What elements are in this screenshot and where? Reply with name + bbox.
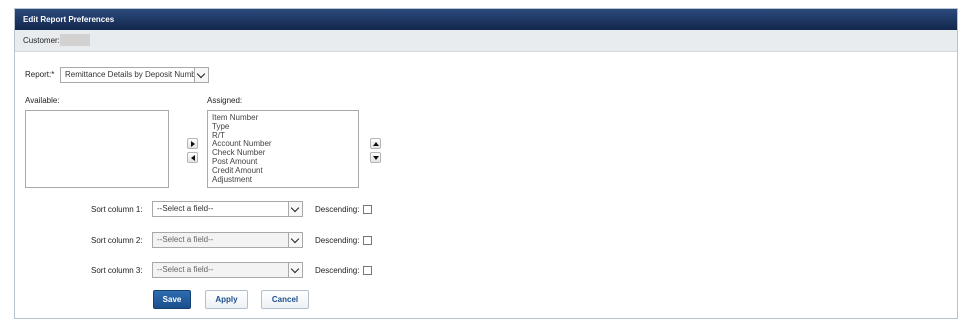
apply-button[interactable]: Apply bbox=[205, 290, 248, 309]
descending-3-label: Descending: bbox=[315, 266, 360, 275]
move-right-button[interactable] bbox=[187, 138, 198, 149]
customer-name-redacted bbox=[60, 34, 90, 46]
sort-column-3-label: Sort column 3: bbox=[91, 266, 143, 275]
arrow-up-icon bbox=[373, 142, 379, 146]
descending-1-checkbox[interactable] bbox=[363, 205, 372, 214]
customer-label: Customer: bbox=[23, 36, 60, 45]
cancel-button[interactable]: Cancel bbox=[261, 290, 309, 309]
list-item-item-number[interactable]: Item Number bbox=[208, 113, 358, 123]
sort-column-2-select[interactable]: --Select a field-- bbox=[152, 232, 303, 248]
sort-column-2-value: --Select a field-- bbox=[157, 235, 214, 244]
sort-column-2-label: Sort column 2: bbox=[91, 236, 143, 245]
available-label: Available: bbox=[25, 96, 60, 105]
chevron-down-icon[interactable] bbox=[288, 202, 302, 216]
move-left-button[interactable] bbox=[187, 152, 198, 163]
descending-3-checkbox[interactable] bbox=[363, 266, 372, 275]
descending-2-label: Descending: bbox=[315, 236, 360, 245]
descending-1-label: Descending: bbox=[315, 205, 360, 214]
move-down-button[interactable] bbox=[370, 152, 381, 163]
available-fields-list[interactable] bbox=[25, 110, 169, 188]
report-label: Report:* bbox=[25, 70, 55, 79]
panel-title: Edit Report Preferences bbox=[15, 9, 957, 30]
assigned-fields-list[interactable]: Item Number Type R/T Account Number Chec… bbox=[207, 110, 359, 188]
descending-2-checkbox[interactable] bbox=[363, 236, 372, 245]
sort-column-3-value: --Select a field-- bbox=[157, 265, 214, 274]
customer-bar: Customer: bbox=[15, 30, 957, 52]
report-select-value: Remittance Details by Deposit Number bbox=[65, 70, 203, 79]
sort-column-1-label: Sort column 1: bbox=[91, 205, 143, 214]
arrow-right-icon bbox=[191, 141, 195, 147]
arrow-left-icon bbox=[191, 155, 195, 161]
assigned-label: Assigned: bbox=[207, 96, 243, 105]
save-button[interactable]: Save bbox=[153, 290, 191, 309]
chevron-down-icon[interactable] bbox=[288, 233, 302, 247]
sort-column-3-select[interactable]: --Select a field-- bbox=[152, 262, 303, 278]
move-up-button[interactable] bbox=[370, 138, 381, 149]
sort-column-1-value: --Select a field-- bbox=[157, 204, 214, 213]
sort-column-1-select[interactable]: --Select a field-- bbox=[152, 201, 303, 217]
list-item-type[interactable]: Type bbox=[208, 122, 358, 132]
chevron-down-icon[interactable] bbox=[288, 263, 302, 277]
list-item-adjustment[interactable]: Adjustment bbox=[208, 175, 358, 185]
arrow-down-icon bbox=[373, 156, 379, 160]
edit-report-preferences-panel: Edit Report Preferences Customer: Report… bbox=[14, 8, 958, 319]
report-select[interactable]: Remittance Details by Deposit Number bbox=[60, 67, 209, 83]
chevron-down-icon[interactable] bbox=[194, 68, 208, 82]
